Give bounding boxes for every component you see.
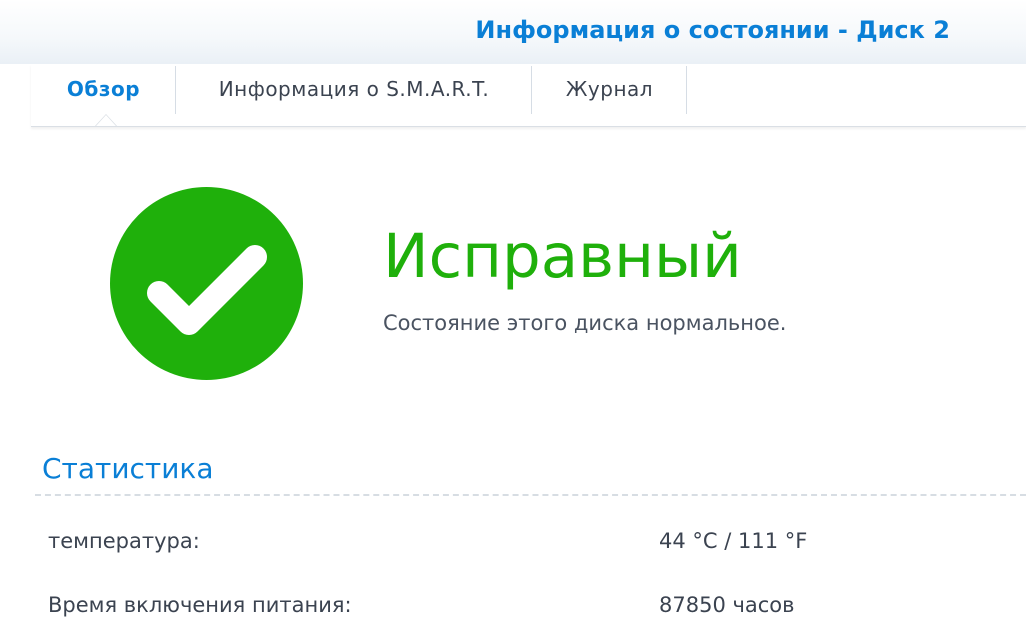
statistics-heading: Статистика [42,452,214,485]
power-on-time-label: Время включения питания: [48,593,352,617]
temperature-value: 44 °C / 111 °F [659,529,808,553]
checkmark-circle-icon [110,187,303,380]
section-divider [35,494,1026,496]
tab-overview[interactable]: Обзор [31,64,176,114]
status-description: Состояние этого диска нормальное. [383,311,787,335]
window-titlebar: Информация о состоянии - Диск 2 [0,0,1026,64]
window-title: Информация о состоянии - Диск 2 [475,16,950,44]
tab-smart-info[interactable]: Информация о S.M.A.R.T. [176,64,532,114]
tab-log[interactable]: Журнал [532,64,687,114]
tab-divider [686,66,687,114]
disk-health-window: Информация о состоянии - Диск 2 Обзор Ин… [0,0,1026,644]
tab-bar: Обзор Информация о S.M.A.R.T. Журнал [31,64,1026,127]
temperature-label: температура: [48,529,200,553]
status-title: Исправный [383,221,742,292]
power-on-time-value: 87850 часов [659,593,795,617]
